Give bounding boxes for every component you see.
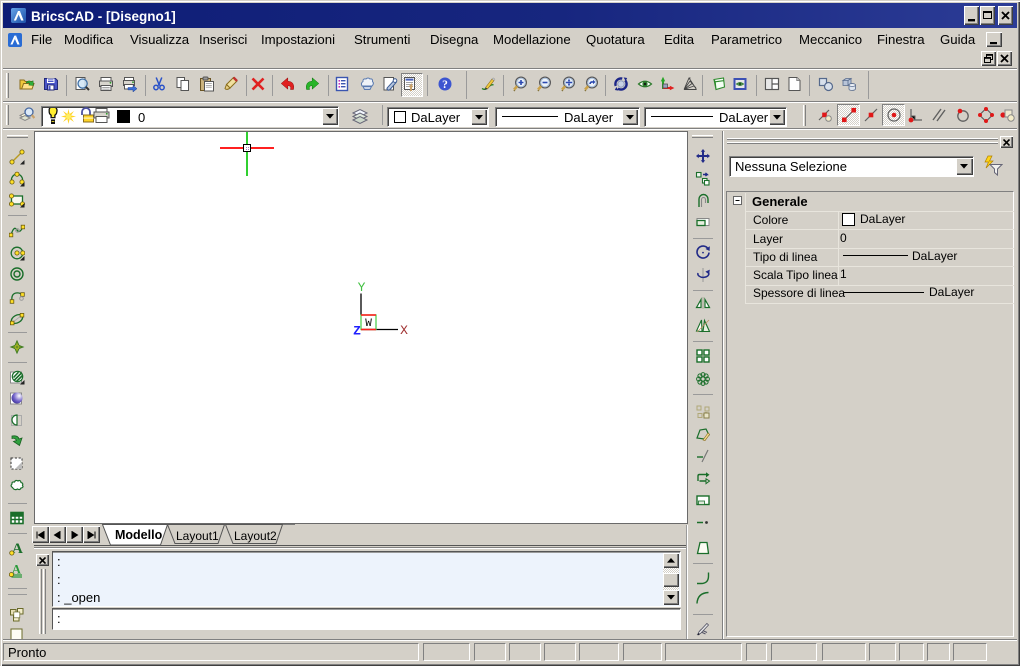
svg-text:X: X <box>400 323 408 338</box>
svg-text:Y: Y <box>358 280 366 295</box>
svg-text:W: W <box>365 318 372 330</box>
svg-text:?: ? <box>442 79 448 91</box>
svg-text:Z: Z <box>353 324 361 339</box>
